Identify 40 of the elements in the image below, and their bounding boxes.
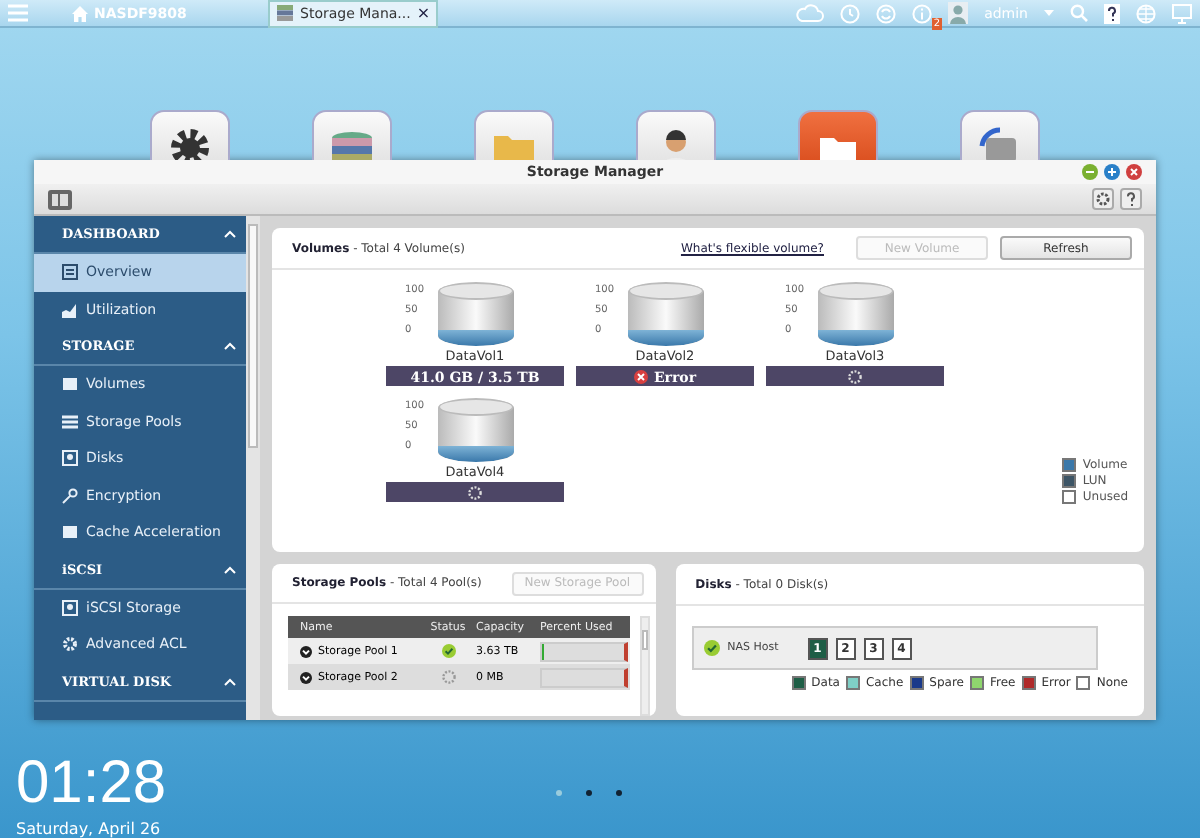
volume-cylinder (437, 398, 513, 462)
chevron-icon[interactable] (224, 230, 236, 238)
help-icon[interactable] (1104, 3, 1120, 23)
tab-close-button[interactable]: × (416, 4, 431, 22)
page-dot[interactable] (556, 790, 562, 796)
disk-icon (62, 599, 78, 616)
scrollbar[interactable] (639, 616, 650, 716)
list-icon (62, 264, 78, 281)
page-dot[interactable] (616, 790, 622, 796)
volume-cylinder (627, 282, 703, 346)
minimize-icon[interactable] (1082, 164, 1098, 180)
disks-icon (276, 4, 294, 22)
stack-icon (62, 413, 78, 430)
expand-icon[interactable] (300, 645, 312, 657)
date: Saturday, April 26 (16, 820, 163, 838)
user-icon[interactable] (948, 2, 969, 24)
check-icon (703, 640, 720, 656)
close-icon[interactable] (1126, 164, 1142, 180)
chevron-icon[interactable] (224, 342, 236, 350)
loading-spinner-icon (468, 485, 482, 499)
disk-icon (62, 450, 78, 467)
loading-spinner-icon (848, 369, 862, 383)
clock: 01:28 (16, 754, 169, 814)
drive-icon (62, 376, 78, 393)
maximize-icon[interactable] (1104, 164, 1120, 180)
chevron-icon[interactable] (224, 677, 236, 685)
expand-icon[interactable] (300, 671, 312, 683)
scrollbar[interactable] (246, 216, 260, 720)
volume-cylinder (817, 282, 893, 346)
gear-icon (62, 636, 78, 653)
drive-icon (62, 524, 78, 541)
page-dot[interactable] (586, 790, 592, 796)
settings-icon[interactable] (1092, 188, 1114, 210)
help-icon[interactable] (1120, 188, 1142, 210)
panel-toggle-icon[interactable] (48, 189, 72, 209)
volume-cylinder (437, 282, 513, 346)
error-icon (633, 369, 648, 383)
key-icon (62, 487, 78, 504)
chevron-icon[interactable] (224, 565, 236, 573)
chart-icon (62, 301, 78, 318)
